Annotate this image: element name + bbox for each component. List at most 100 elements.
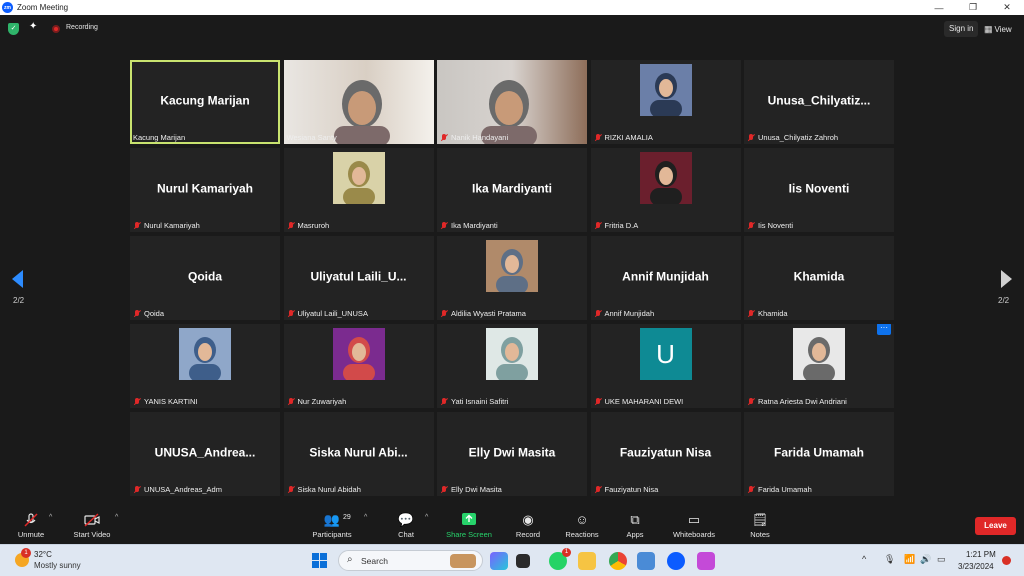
mic-muted-icon (440, 485, 448, 494)
windows-start-icon[interactable] (312, 553, 327, 568)
microphone-tray-icon[interactable]: 🎙 (884, 554, 895, 565)
participant-tile[interactable]: YANIS KARTINI (130, 324, 280, 408)
participant-tile[interactable]: Fritria D.A (590, 148, 741, 232)
clock-time[interactable]: 1:21 PM (966, 550, 996, 559)
participant-tile[interactable]: RIZKI AMALIA (590, 60, 741, 144)
share-screen-button[interactable]: Share Screen (439, 512, 499, 539)
copilot-app-icon[interactable] (490, 552, 508, 570)
participant-tile[interactable]: UNUSA_Andrea... UNUSA_Andreas_Adm (130, 412, 280, 496)
participant-tile[interactable]: Wesiana Santy (283, 60, 434, 144)
participant-display-name: Ika Mardiyanti (471, 181, 553, 196)
taskbar-search-box[interactable]: ⌕ Search (338, 550, 483, 571)
participant-tile[interactable]: Siska Nurul Abi... Siska Nurul Abidah (283, 412, 434, 496)
participant-name: UKE MAHARANI DEWI (604, 397, 684, 406)
participant-tile[interactable]: ··· Ratna Ariesta Dwi Andriani (744, 324, 894, 408)
mic-muted-icon (747, 485, 755, 494)
participant-name-label: Ratna Ariesta Dwi Andriani (747, 397, 847, 406)
participant-tile[interactable]: Iis Noventi Iis Noventi (744, 148, 894, 232)
participant-name: Fauziyatun Nisa (604, 485, 659, 494)
wifi-icon[interactable]: 📶 (904, 554, 915, 565)
participant-name: UNUSA_Andreas_Adm (144, 485, 222, 494)
whiteboards-button[interactable]: ▭ Whiteboards (664, 512, 724, 539)
participant-name: Nur Zuwariyah (297, 397, 347, 406)
security-shield-icon[interactable]: ✓ (8, 23, 19, 35)
clock-date[interactable]: 3/23/2024 (958, 562, 994, 571)
minimize-button[interactable]: — (922, 0, 956, 15)
participant-profile-photo (179, 328, 231, 380)
next-page-arrow-icon[interactable] (1001, 270, 1012, 288)
participant-name: Fritria D.A (604, 221, 639, 230)
whatsapp-app-icon[interactable]: 1 (549, 548, 571, 570)
task-view-icon[interactable] (516, 554, 530, 568)
window-title: Zoom Meeting (17, 3, 69, 12)
record-button[interactable]: ◉ Record (498, 512, 558, 539)
zoom-app-icon: zm (2, 2, 13, 13)
mic-muted-icon (287, 309, 295, 318)
participant-tile[interactable]: Annif Munjidah Annif Munjidah (590, 236, 741, 320)
participant-name-label: Nur Zuwariyah (287, 397, 347, 406)
battery-icon[interactable]: ▭ (937, 554, 946, 565)
chrome-browser-icon[interactable] (609, 552, 627, 570)
snipping-tool-icon[interactable] (637, 552, 655, 570)
zoom-taskbar-icon[interactable] (667, 552, 685, 570)
participant-tile[interactable]: Uliyatul Laili_U... Uliyatul Laili_UNUSA (283, 236, 434, 320)
participant-tile[interactable]: Nur Zuwariyah (283, 324, 434, 408)
participant-tile[interactable]: Nurul Kamariyah Nurul Kamariyah (130, 148, 280, 232)
participant-tile[interactable]: Kacung Marijan Kacung Marijan (130, 60, 280, 144)
participant-tile[interactable]: Khamida Khamida (744, 236, 894, 320)
restore-button[interactable]: ❐ (956, 0, 990, 15)
view-button[interactable]: ▦ View (984, 21, 1012, 37)
participant-name-label: Fauziyatun Nisa (594, 485, 659, 494)
leave-button[interactable]: Leave (975, 517, 1016, 535)
reactions-button[interactable]: ☺ Reactions (552, 512, 612, 539)
weather-temperature[interactable]: 32°C (34, 550, 52, 559)
participant-display-name: UNUSA_Andrea... (154, 445, 256, 460)
sign-in-button[interactable]: Sign in (944, 21, 979, 37)
participant-tile[interactable]: Ika Mardiyanti Ika Mardiyanti (437, 148, 587, 232)
participant-tile[interactable]: Nanik Handayani (437, 60, 587, 144)
share-screen-label: Share Screen (446, 530, 492, 539)
participant-initial-avatar: U (639, 328, 692, 380)
participant-tile[interactable]: Unusa_Chilyatiz... Unusa_Chilyatiz Zahroh (744, 60, 894, 144)
file-explorer-icon[interactable] (578, 552, 596, 570)
meeting-topbar: ✓ ✦ Recording Sign in ▦ View (0, 15, 1024, 43)
participant-tile[interactable]: Farida Umamah Farida Umamah (744, 412, 894, 496)
participant-name: RIZKI AMALIA (604, 133, 653, 142)
page-indicator-right: 2/2 (998, 296, 1010, 305)
participant-name-label: Nanik Handayani (440, 133, 508, 142)
participants-button[interactable]: 👥 Participants (302, 512, 362, 539)
recording-label: Recording (66, 24, 98, 31)
video-options-caret-icon[interactable]: ^ (115, 514, 118, 521)
apps-button[interactable]: ⧉ Apps (605, 512, 665, 539)
reactions-label: Reactions (565, 530, 599, 539)
participant-tile[interactable]: Yati Isnaini Safitri (437, 324, 587, 408)
participant-tile[interactable]: U UKE MAHARANI DEWI (590, 324, 741, 408)
participant-profile-photo (486, 328, 538, 380)
participant-video-feed (437, 60, 587, 144)
paint-app-icon[interactable] (697, 552, 715, 570)
previous-page-arrow-icon[interactable] (12, 270, 23, 288)
participant-tile[interactable]: Elly Dwi Masita Elly Dwi Masita (437, 412, 587, 496)
close-button[interactable]: ✕ (990, 0, 1024, 15)
notification-center-icon[interactable] (1002, 556, 1011, 565)
participant-display-name: Farida Umamah (773, 445, 865, 460)
participant-profile-photo (332, 152, 385, 204)
chat-caret-icon[interactable]: ^ (425, 514, 428, 521)
start-video-button[interactable]: Start Video (62, 512, 122, 539)
more-options-icon[interactable]: ··· (877, 324, 891, 335)
weather-description[interactable]: Mostly sunny (34, 561, 81, 570)
participant-tile[interactable]: Qoida Qoida (130, 236, 280, 320)
grid-view-icon: ▦ (984, 24, 993, 34)
participant-tile[interactable]: Aldilia Wyasti Pratama (437, 236, 587, 320)
mic-muted-icon (594, 397, 602, 406)
participants-caret-icon[interactable]: ^ (364, 514, 367, 521)
participant-tile[interactable]: Fauziyatun Nisa Fauziyatun Nisa (590, 412, 741, 496)
tray-overflow-icon[interactable]: ^ (862, 554, 866, 564)
notes-button[interactable]: 🗒 Notes (730, 512, 790, 539)
volume-icon[interactable]: 🔊 (920, 554, 931, 565)
ai-companion-icon[interactable]: ✦ (29, 21, 37, 32)
mic-muted-icon (594, 221, 602, 230)
participant-tile[interactable]: Masruroh (283, 148, 434, 232)
participant-name-label: Khamida (747, 309, 788, 318)
audio-options-caret-icon[interactable]: ^ (49, 514, 52, 521)
